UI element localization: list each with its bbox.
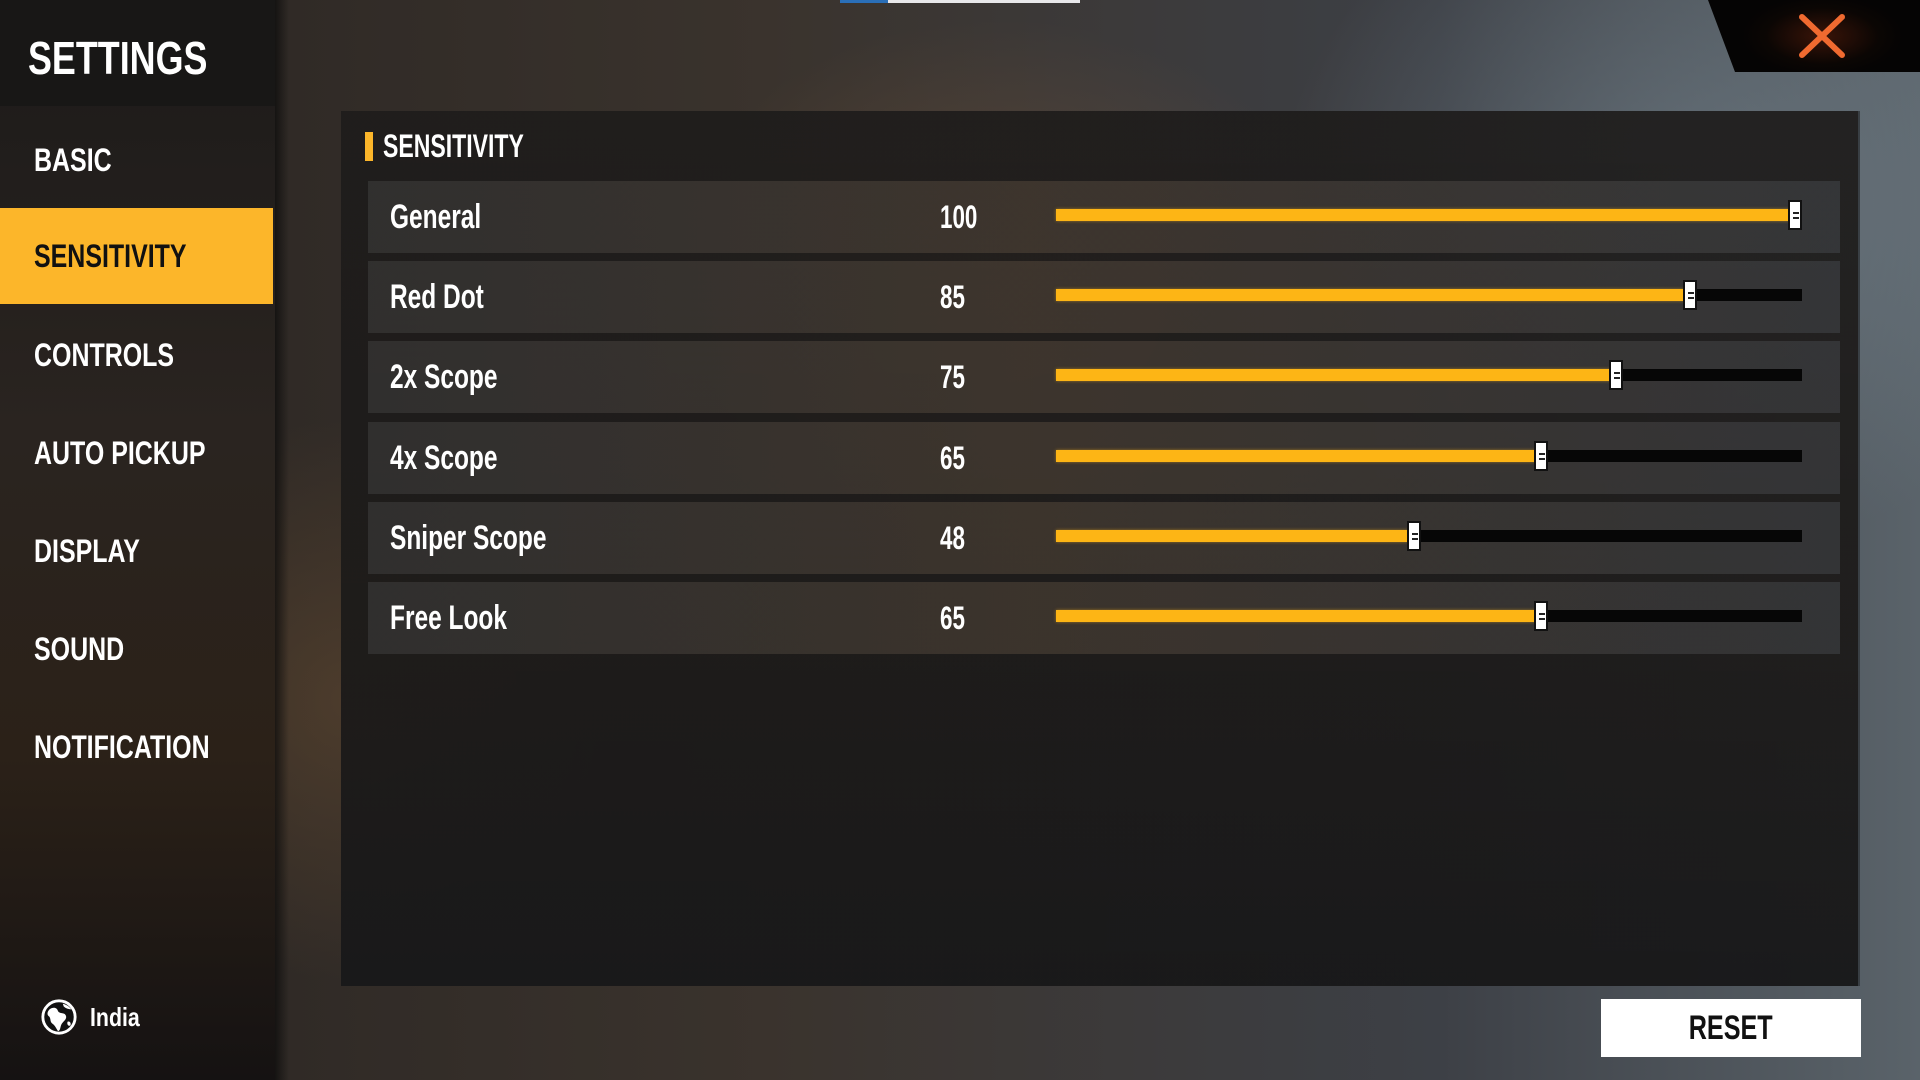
sidebar-item-notification[interactable]: NOTIFICATION <box>0 699 273 795</box>
slider-track[interactable] <box>1056 601 1802 631</box>
sidebar-item-controls[interactable]: CONTROLS <box>0 307 273 403</box>
page-title: SETTINGS <box>0 0 275 106</box>
slider-thumb[interactable] <box>1407 521 1422 551</box>
slider-fill <box>1056 450 1541 462</box>
slider-thumb[interactable] <box>1533 601 1548 631</box>
top-progress-fill <box>840 0 888 3</box>
slider-value: 75 <box>940 359 965 395</box>
slider-fill <box>1056 369 1616 381</box>
slider-row-4x-scope: 4x Scope 65 <box>368 422 1840 494</box>
sidebar-item-basic[interactable]: BASIC <box>0 112 273 208</box>
globe-icon <box>41 999 77 1035</box>
slider-label: 4x Scope <box>390 439 498 477</box>
slider-track[interactable] <box>1056 441 1802 471</box>
slider-track[interactable] <box>1056 360 1802 390</box>
slider-thumb[interactable] <box>1683 280 1698 310</box>
slider-fill <box>1056 530 1415 542</box>
sidebar-item-sound[interactable]: SOUND <box>0 601 273 697</box>
slider-thumb[interactable] <box>1533 441 1548 471</box>
slider-row-red-dot: Red Dot 85 <box>368 261 1840 333</box>
region-selector[interactable]: India <box>40 997 151 1037</box>
slider-track[interactable] <box>1056 521 1802 551</box>
slider-row-free-look: Free Look 65 <box>368 582 1840 654</box>
section-accent-bar <box>365 131 373 161</box>
sidebar-item-display[interactable]: DISPLAY <box>0 503 273 599</box>
slider-row-2x-scope: 2x Scope 75 <box>368 341 1840 413</box>
slider-fill <box>1056 289 1691 301</box>
close-icon <box>1799 14 1845 58</box>
slider-value: 65 <box>940 440 965 476</box>
slider-label: Free Look <box>390 599 507 637</box>
close-button[interactable] <box>1708 0 1920 72</box>
slider-value: 85 <box>940 279 965 315</box>
slider-label: Red Dot <box>390 278 484 316</box>
settings-sidebar: SETTINGS BASIC SENSITIVITY CONTROLS AUTO… <box>0 0 289 1080</box>
slider-row-general: General 100 <box>368 181 1840 253</box>
slider-track[interactable] <box>1056 280 1802 310</box>
slider-track[interactable] <box>1056 200 1802 230</box>
slider-label: 2x Scope <box>390 358 498 396</box>
top-progress-indicator <box>840 0 1080 3</box>
slider-thumb[interactable] <box>1608 360 1623 390</box>
slider-fill <box>1056 610 1541 622</box>
slider-value: 48 <box>940 520 965 556</box>
sidebar-item-auto-pickup[interactable]: AUTO PICKUP <box>0 405 273 501</box>
reset-button[interactable]: RESET <box>1601 999 1861 1057</box>
slider-thumb[interactable] <box>1788 200 1802 230</box>
slider-row-sniper-scope: Sniper Scope 48 <box>368 502 1840 574</box>
slider-label: Sniper Scope <box>390 519 547 557</box>
region-label: India <box>90 1001 140 1032</box>
slider-value: 100 <box>940 199 978 235</box>
section-header: SENSITIVITY <box>365 128 579 164</box>
sensitivity-panel: SENSITIVITY General 100 Red Dot 85 2x Sc… <box>341 111 1860 986</box>
slider-label: General <box>390 198 482 236</box>
slider-fill <box>1056 209 1795 221</box>
slider-value: 65 <box>940 600 965 636</box>
section-title: SENSITIVITY <box>383 127 524 164</box>
sidebar-item-sensitivity[interactable]: SENSITIVITY <box>0 208 273 304</box>
